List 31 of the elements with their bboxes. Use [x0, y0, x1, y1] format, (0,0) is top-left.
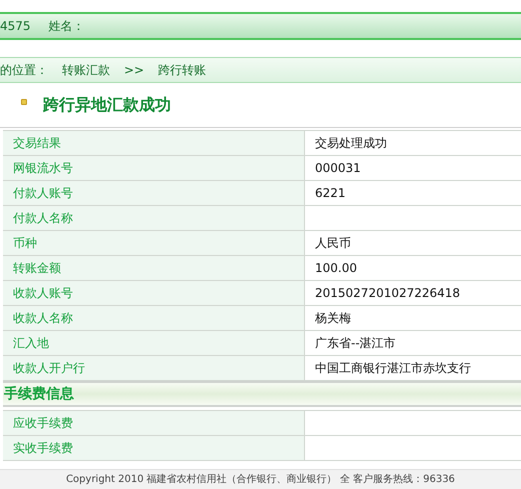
label-cell: 汇入地: [3, 331, 305, 355]
label-cell: 付款人账号: [3, 181, 305, 205]
value-cell-text: 广东省--湛江市: [314, 335, 397, 352]
breadcrumb-link[interactable]: 跨行转账: [158, 61, 206, 79]
value-cell-text: 100.00: [314, 260, 358, 277]
label-cell: 收款人账号: [3, 281, 305, 305]
value-cell-text: 杨关梅: [314, 310, 352, 327]
label-cell: 交易结果: [3, 131, 305, 155]
value-cell-text: 人民币: [314, 235, 352, 252]
section-header: 手续费信息: [3, 381, 521, 407]
breadcrumb-link[interactable]: 转账汇款: [62, 61, 110, 79]
breadcrumb-label: 的位置：: [0, 62, 48, 79]
account-number: 4575: [0, 18, 31, 35]
label-cell: 转账金额: [3, 256, 305, 280]
label-cell: 网银流水号: [3, 156, 305, 180]
footer: Copyright 2010 福建省农村信用社（合作银行、商业银行） 全 客户服务热线：96336: [0, 469, 521, 489]
value-cell-text: 中国工商银行湛江市赤坎支行: [314, 360, 472, 377]
bullet-icon: [21, 99, 27, 105]
label-cell: 实收手续费: [3, 436, 305, 460]
value-cell-text: 000031: [314, 160, 362, 177]
label-cell: 收款人名称: [3, 306, 305, 330]
label-cell: 付款人名称: [3, 206, 305, 230]
name-label: 姓名：: [48, 18, 85, 35]
label-cell: 应收手续费: [3, 411, 305, 435]
value-cell-text: 交易处理成功: [314, 135, 388, 152]
label-cell: 币种: [3, 231, 305, 255]
value-cell-text: 6221: [314, 185, 347, 202]
label-cell: 收款人开户行: [3, 356, 305, 380]
value-cell-text: 2015027201027226418: [314, 285, 462, 302]
page-title: 跨行异地汇款成功: [43, 94, 171, 116]
breadcrumb-separator: >>: [124, 62, 144, 79]
